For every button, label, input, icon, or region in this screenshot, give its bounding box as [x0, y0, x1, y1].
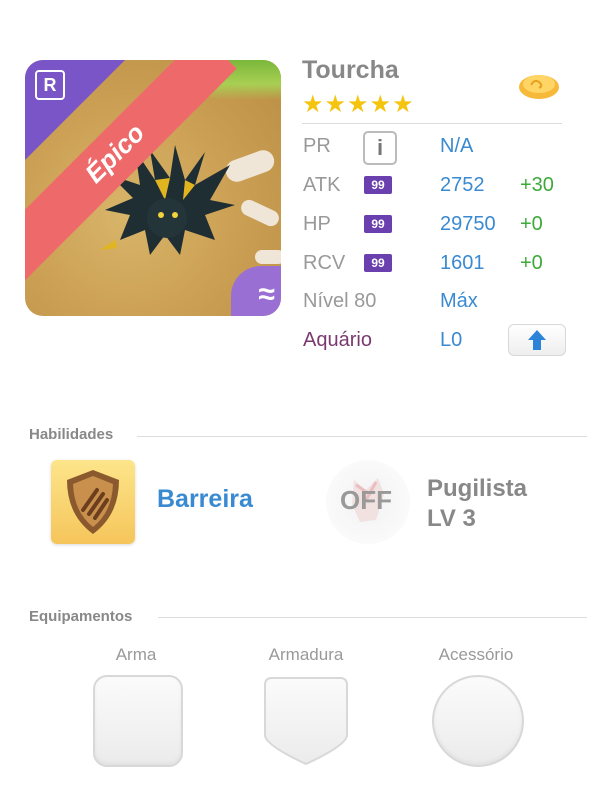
rcv-value: 1601	[440, 252, 485, 274]
hp-bonus: +0	[520, 213, 543, 235]
monster-portrait[interactable]: Épico R ≈	[25, 60, 281, 316]
section-divider	[137, 436, 587, 437]
rarity-icon: R	[35, 70, 65, 100]
rcv-bonus: +0	[520, 252, 543, 274]
armor-slot[interactable]	[262, 675, 350, 767]
section-divider	[158, 617, 587, 618]
equipment-section-title: Equipamentos	[29, 608, 133, 625]
atk-label: ATK	[303, 174, 341, 196]
hp-label: HP	[303, 213, 331, 235]
level-label: Nível 80	[303, 290, 377, 312]
star-rating: ★★★★★	[302, 91, 415, 118]
weapon-slot[interactable]	[93, 675, 183, 767]
weapon-label: Arma	[115, 645, 157, 664]
leader-skill-off-label: OFF	[340, 485, 392, 515]
up-arrow-icon	[528, 330, 546, 350]
info-icon[interactable]: i	[363, 131, 397, 165]
active-skill-icon[interactable]	[51, 460, 135, 544]
atk-bonus: +30	[520, 174, 554, 196]
accessory-label: Acessório	[438, 645, 514, 664]
leader-skill-name-line1: Pugilista	[427, 475, 528, 502]
level-value: Máx	[440, 290, 478, 312]
shield-icon	[67, 470, 119, 534]
active-skill-name[interactable]: Barreira	[157, 485, 253, 514]
aquarium-value: L0	[440, 329, 463, 351]
water-element-icon: ≈	[258, 278, 275, 311]
monster-name: Tourcha	[302, 56, 399, 84]
pr-value: N/A	[440, 135, 474, 157]
leader-skill-level: LV 3	[427, 505, 476, 532]
rcv-label: RCV	[303, 252, 346, 274]
atk-plus-badge: 99	[364, 176, 392, 194]
accessory-slot[interactable]	[432, 675, 524, 767]
aquarium-upgrade-button[interactable]	[508, 324, 566, 356]
divider	[302, 123, 562, 124]
hp-value: 29750	[440, 213, 496, 235]
rcv-plus-badge: 99	[364, 254, 392, 272]
leader-skill-name[interactable]: Pugilista LV 3	[427, 474, 527, 534]
pr-label: PR	[303, 135, 331, 157]
skills-section-title: Habilidades	[29, 426, 114, 443]
hp-plus-badge: 99	[364, 215, 392, 233]
armor-label: Armadura	[268, 645, 344, 664]
bone-decoration	[255, 250, 281, 264]
cloud-orb-icon[interactable]	[517, 70, 561, 100]
aquarium-label: Aquário	[303, 329, 372, 351]
atk-value: 2752	[440, 174, 485, 196]
